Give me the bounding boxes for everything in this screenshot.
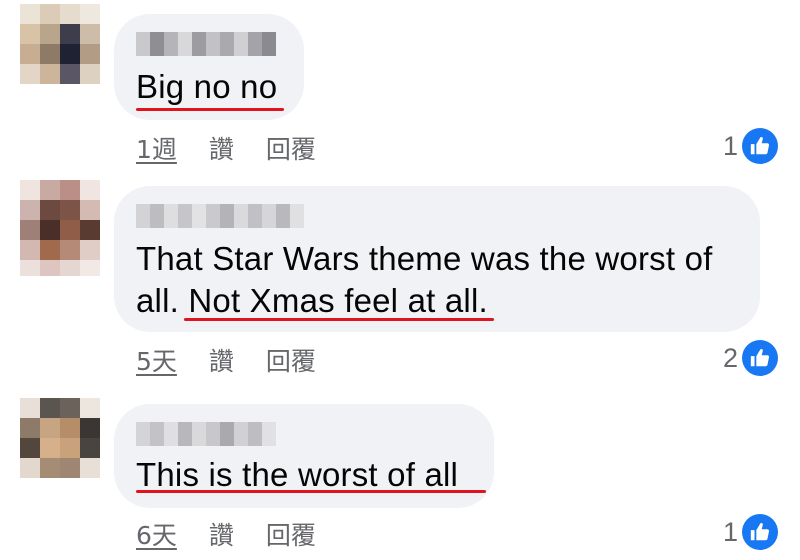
avatar[interactable] [20,180,100,276]
comment-text: Big no no [136,68,278,105]
comment-bubble: That Star Wars theme was the worst of al… [114,186,760,332]
timestamp-link[interactable]: 1週 [136,130,177,166]
reaction-summary[interactable]: 1 [723,126,778,166]
reply-button[interactable]: 回覆 [266,130,316,166]
highlight-underline [136,490,486,493]
like-button[interactable]: 讚 [209,130,234,166]
comment-actions: 5天 讚 回覆 [136,342,316,378]
comment-actions: 6天 讚 回覆 [136,516,316,552]
timestamp-link[interactable]: 5天 [136,342,177,378]
comment-actions: 1週 讚 回覆 [136,130,316,166]
like-button[interactable]: 讚 [209,342,234,378]
author-name-redacted[interactable] [136,204,304,228]
highlight-underline [136,108,284,111]
reply-button[interactable]: 回覆 [266,516,316,552]
reaction-summary[interactable]: 2 [723,338,778,378]
reaction-count: 1 [722,130,738,161]
avatar[interactable] [20,398,100,494]
thumbs-up-icon [742,514,778,550]
author-name-redacted[interactable] [136,32,276,56]
timestamp-link[interactable]: 6天 [136,516,177,552]
comment-bubble: Big no no [114,14,304,120]
comment-bubble: This is the worst of all [114,404,494,508]
highlight-underline [184,318,494,321]
like-button[interactable]: 讚 [209,516,234,552]
reaction-count: 2 [722,342,738,373]
reaction-count: 1 [722,516,738,547]
thumbs-up-icon [742,340,778,376]
comment-text-line-1: That Star Wars theme was the worst of [136,240,713,277]
reaction-summary[interactable]: 1 [723,512,778,552]
avatar[interactable] [20,4,100,100]
comment-text-line-2: all. Not Xmas feel at all. [136,282,488,319]
thumbs-up-icon [742,128,778,164]
reply-button[interactable]: 回覆 [266,342,316,378]
author-name-redacted[interactable] [136,422,276,446]
